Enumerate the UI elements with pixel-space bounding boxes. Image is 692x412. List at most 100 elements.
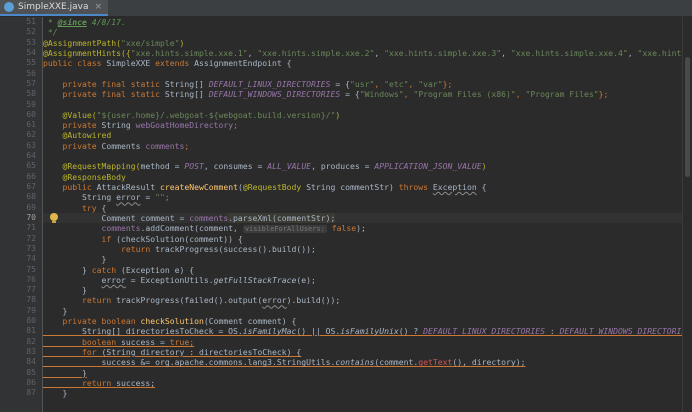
code-text: }; [442, 78, 453, 89]
annotation: ) [335, 109, 341, 120]
keyword: extends [155, 58, 195, 69]
code-text: AttackResult [96, 182, 160, 192]
static-field: DEFAULT_LINUX_DIRECTORIES [423, 326, 545, 337]
code-text: () || OS. [296, 326, 341, 337]
code-text: : [544, 326, 560, 337]
code-line-71: comments.addComment(comment, visibleForA… [43, 223, 683, 234]
javadoc-text: * [43, 17, 58, 27]
line-number: 60 [26, 109, 36, 119]
code-text: ; [164, 192, 170, 203]
tab-label: SimpleXXE.java [18, 2, 89, 12]
lightbulb-icon[interactable] [50, 213, 58, 223]
code-line-61: private String webGoatHomeDirectory; [43, 120, 683, 130]
code-text: ; [184, 140, 190, 151]
static-field: APPLICATION_JSON_VALUE [374, 161, 482, 172]
line-number: 67 [26, 182, 36, 191]
ide-window: SimpleXXE.java × 51 52 53 54 55 56 57 58 59 60 61 6… [0, 0, 692, 412]
code-text: , [408, 78, 419, 89]
code-text: = [359, 161, 375, 172]
vertical-scrollbar[interactable] [682, 17, 692, 412]
code-text: , [374, 47, 385, 58]
code-line-87: } [43, 388, 683, 398]
static-field: ALL_VALUE [267, 161, 312, 172]
exception-type: Exception [432, 182, 477, 192]
local-var: error [116, 192, 141, 203]
annotation: @RequestBody [242, 182, 307, 192]
code-text: } [81, 367, 87, 378]
code-text: } [101, 254, 107, 265]
string-literal: "xxe.hints.sim [637, 47, 683, 58]
line-number: 79 [26, 305, 36, 315]
string-literal: "${user.home}/.webgoat-${webgoat.build.v… [96, 109, 336, 120]
keyword: true [169, 336, 190, 347]
code-line-57: private final static String[] DEFAULT_LI… [43, 79, 683, 89]
line-number: 87 [26, 388, 36, 398]
static-field: DEFAULT_LINUX_DIRECTORIES [208, 78, 331, 89]
code-line-70: Comment comment = comments.parseXml(comm… [43, 212, 683, 224]
code-text: .parseXml(commentStr); [228, 212, 336, 223]
line-number: 66 [26, 171, 36, 181]
javadoc-tag: @since [57, 17, 87, 27]
class-name: SimpleXXE [106, 58, 156, 69]
code-text: { [101, 202, 107, 213]
code-line-80: private boolean checkSolution(Comment co… [43, 316, 683, 326]
code-editor[interactable]: * @since 4/8/17. */ @AssignmentPath("xxe… [43, 17, 683, 412]
line-number: 84 [26, 357, 36, 367]
tab-simplexxe-java[interactable]: SimpleXXE.java × [0, 0, 109, 16]
line-number: 73 [26, 243, 36, 253]
code-text: } [81, 285, 87, 296]
keyword: boolean [81, 336, 121, 347]
keyword: catch [91, 264, 121, 275]
method-call: isFamilyUnix [340, 326, 399, 337]
code-text: String[] [164, 89, 209, 100]
line-number: 72 [26, 233, 36, 243]
line-number: 59 [26, 99, 36, 109]
code-text: = [252, 161, 268, 172]
line-number: 54 [26, 47, 36, 57]
annotation: @ResponseBody [62, 171, 126, 182]
code-line-77: } [43, 285, 683, 295]
line-number: 83 [26, 347, 36, 356]
code-text: (checkSolution(comment)) { [116, 233, 243, 244]
code-text: success = [120, 336, 170, 347]
keyword: private [62, 140, 102, 151]
code-text: } [62, 305, 68, 316]
line-number: 82 [26, 336, 36, 346]
line-number: 61 [26, 120, 36, 130]
code-line-67: public AttackResult createNewComment(@Re… [43, 182, 683, 192]
string-literal: "" [155, 192, 165, 203]
line-number: 62 [26, 130, 36, 140]
code-text: String[] [164, 78, 209, 89]
keyword: return [120, 243, 156, 254]
code-line-52: */ [43, 27, 683, 37]
line-number: 64 [26, 151, 36, 161]
close-icon[interactable]: × [94, 2, 102, 12]
code-text: ); [356, 223, 366, 234]
code-line-85: } [43, 368, 683, 378]
code-text: AssignmentEndpoint { [194, 58, 292, 69]
string-literal: "xxe.hints.simple.xxe.1" [130, 47, 248, 58]
scrollbar-thumb[interactable] [685, 57, 690, 177]
code-text: , [374, 78, 385, 89]
static-field: DEFAULT_WINDOWS_DIRECTORIES [559, 326, 683, 337]
code-line-54: @AssignmentHints({"xxe.hints.simple.xxe.… [43, 48, 683, 58]
line-number-gutter[interactable]: 51 52 53 54 55 56 57 58 59 60 61 62 63 64 65 66 67 68 69 70… [0, 17, 43, 412]
code-text: ; [233, 120, 238, 131]
line-number: 69 [26, 202, 36, 212]
keyword: return [81, 377, 117, 388]
code-text: Comments [101, 140, 146, 151]
method-call: getFullStackTrace [213, 274, 297, 285]
code-text: (e); [296, 274, 316, 285]
code-text: , [203, 161, 214, 172]
method-name: createNewComment [159, 182, 238, 192]
code-line-82: boolean success = true; [43, 337, 683, 347]
line-number: 57 [26, 78, 36, 88]
code-text: = [169, 161, 185, 172]
line-number: 56 [26, 68, 36, 78]
line-number: 80 [26, 316, 36, 326]
method-name: checkSolution [140, 316, 204, 327]
string-literal: "Windows" [359, 89, 404, 100]
param-name: consumes [213, 161, 253, 172]
code-text: } [62, 388, 68, 399]
line-number: 55 [26, 58, 36, 68]
